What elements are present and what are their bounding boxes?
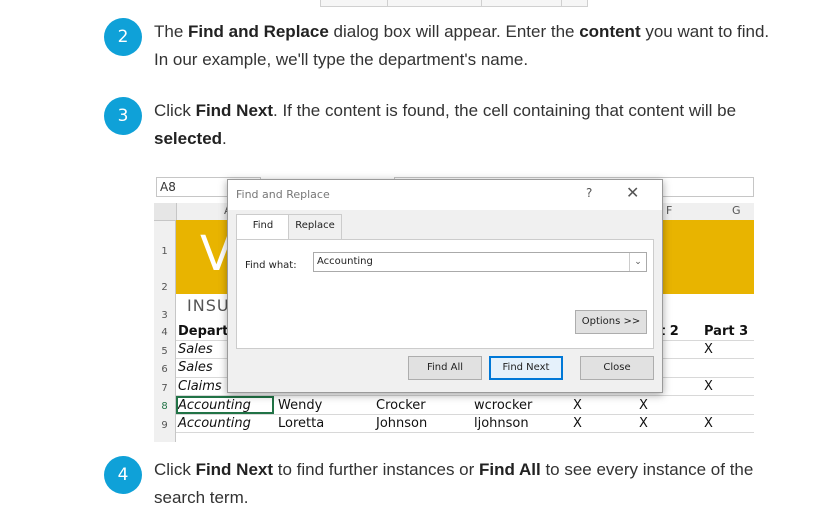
- row-number[interactable]: 4: [154, 322, 176, 341]
- step-text: Click Find Next to find further instance…: [154, 456, 774, 512]
- cell-part1[interactable]: X: [573, 397, 582, 415]
- help-button[interactable]: ?: [586, 186, 592, 200]
- text-run: The: [154, 22, 189, 41]
- grid-line: [176, 414, 754, 415]
- row-number[interactable]: 3: [154, 294, 176, 322]
- row-number[interactable]: 7: [154, 378, 176, 396]
- step-text: The Find and Replace dialog box will app…: [154, 18, 774, 74]
- bold-run: Find and Replace: [188, 22, 329, 41]
- dialog-title: Find and Replace: [236, 188, 330, 201]
- col-letter-f: F: [666, 204, 673, 217]
- cell-department[interactable]: Sales: [178, 341, 213, 359]
- top-image-strip: [320, 0, 588, 7]
- tab-find[interactable]: Find: [236, 214, 290, 241]
- find-tab-panel: Find what: Accounting ⌄ Options >>: [236, 239, 654, 349]
- cell-part2[interactable]: X: [639, 397, 648, 415]
- dialog-title-bar[interactable]: Find and Replace ? ✕: [228, 180, 662, 210]
- row-number[interactable]: 5: [154, 341, 176, 359]
- bold-run: selected: [154, 129, 223, 148]
- cell-part3[interactable]: X: [704, 415, 713, 433]
- cell-first-name[interactable]: Loretta: [278, 415, 324, 433]
- cell-username[interactable]: ljohnson: [474, 415, 529, 433]
- excel-screenshot: A8 A F G V INSU 1 2 3 4 5 6 7 8 9 Depart…: [154, 167, 754, 442]
- text-run: dialog box will appear. Enter the: [328, 22, 580, 41]
- bold-run: Find Next: [195, 460, 274, 479]
- cell-part1[interactable]: X: [573, 415, 582, 433]
- cell-first-name[interactable]: Wendy: [278, 397, 322, 415]
- step-text: Click Find Next. If the content is found…: [154, 97, 774, 153]
- cell-username[interactable]: wcrocker: [474, 397, 532, 415]
- bold-run: Find All: [479, 460, 541, 479]
- text-run: . If the content is found, the cell cont…: [273, 101, 737, 120]
- header-cell[interactable]: Part 3: [704, 323, 748, 341]
- cell-department[interactable]: Accounting: [178, 415, 251, 433]
- chevron-down-icon[interactable]: ⌄: [629, 253, 646, 271]
- text-run: .: [222, 129, 227, 148]
- cell-part3[interactable]: X: [704, 341, 713, 359]
- selected-cell-outline: [176, 396, 274, 414]
- find-next-button[interactable]: Find Next: [489, 356, 563, 380]
- find-all-button[interactable]: Find All: [408, 356, 482, 380]
- find-what-input[interactable]: Accounting ⌄: [313, 252, 647, 272]
- cell-part3[interactable]: X: [704, 378, 713, 396]
- step-number-badge: 2: [104, 18, 142, 56]
- row-number[interactable]: 1: [154, 221, 176, 257]
- find-what-label: Find what:: [245, 260, 297, 271]
- row-number[interactable]: 2: [154, 257, 176, 294]
- bold-run: content: [579, 22, 641, 41]
- text-run: Click: [154, 101, 196, 120]
- cell-department[interactable]: Claims: [178, 378, 222, 396]
- company-name-text: INSU: [187, 296, 230, 315]
- row-number[interactable]: 6: [154, 359, 176, 378]
- cell-last-name[interactable]: Johnson: [376, 415, 427, 433]
- step-number-badge: 4: [104, 456, 142, 494]
- bold-run: Find Next: [195, 101, 274, 120]
- cell-department[interactable]: Sales: [178, 359, 213, 377]
- select-all-corner[interactable]: [154, 203, 177, 220]
- tab-replace[interactable]: Replace: [288, 214, 342, 239]
- step-number-badge: 3: [104, 97, 142, 135]
- row-number[interactable]: 9: [154, 415, 176, 442]
- find-what-value: Accounting: [317, 256, 373, 267]
- col-letter-g: G: [732, 204, 741, 217]
- cell-part2[interactable]: X: [639, 415, 648, 433]
- find-replace-dialog: Find and Replace ? ✕ Find Replace Find w…: [227, 179, 663, 393]
- cell-last-name[interactable]: Crocker: [376, 397, 426, 415]
- grid-line: [176, 432, 754, 433]
- text-run: to find further instances or: [273, 460, 480, 479]
- close-button[interactable]: Close: [580, 356, 654, 380]
- options-button[interactable]: Options >>: [575, 310, 647, 334]
- close-icon[interactable]: ✕: [626, 183, 639, 202]
- row-number[interactable]: 8: [154, 396, 176, 415]
- text-run: Click: [154, 460, 196, 479]
